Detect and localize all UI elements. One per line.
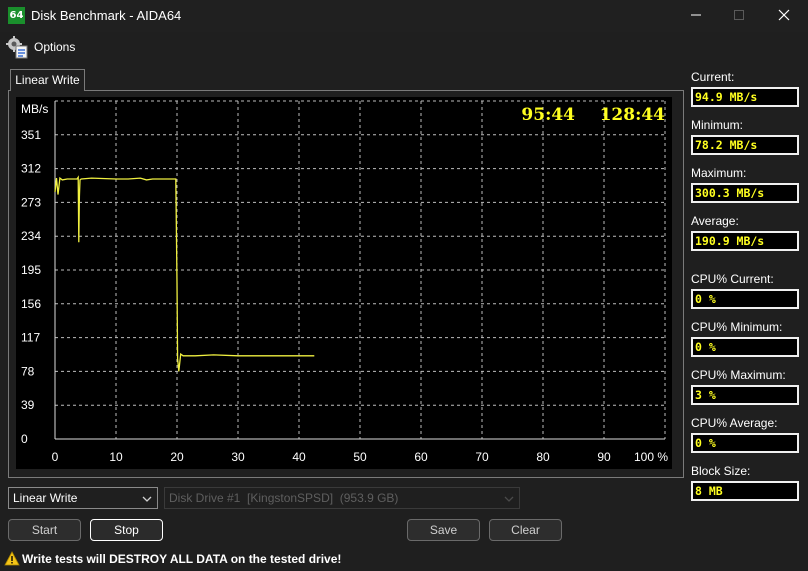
warning-text: Write tests will DESTROY ALL DATA on the… — [22, 552, 342, 566]
x-tick-label: 90 — [597, 450, 611, 464]
y-axis-label: MB/s — [21, 102, 48, 116]
maximize-icon — [734, 10, 744, 20]
x-tick-label: 80 — [536, 450, 550, 464]
chevron-down-icon — [142, 496, 152, 502]
x-tick-label: 100 % — [634, 450, 668, 464]
series-line — [54, 175, 315, 372]
minimum-value: 78.2 MB/s — [691, 135, 799, 155]
x-tick-label: 60 — [414, 450, 428, 464]
x-tick-label: 40 — [292, 450, 306, 464]
options-menu-label[interactable]: Options — [34, 40, 75, 54]
cpu-maximum-label: CPU% Maximum: — [691, 368, 786, 382]
cpu-average-label: CPU% Average: — [691, 416, 778, 430]
test-type-select[interactable]: Linear Write — [8, 487, 158, 509]
cpu-maximum-value: 3 % — [691, 385, 799, 405]
x-tick-label: 10 — [109, 450, 123, 464]
benchmark-chart: 0 10 20 30 40 50 60 70 80 90 100 % 0 39 78 117 156 195 23… — [16, 97, 672, 469]
tab-linear-write[interactable]: Linear Write — [10, 69, 85, 91]
menu-bar: Options — [0, 32, 808, 62]
y-tick-label: 117 — [21, 331, 40, 345]
x-tick-label: 70 — [475, 450, 489, 464]
test-type-select-value: Linear Write — [13, 491, 78, 505]
warning-bar: Write tests will DESTROY ALL DATA on the… — [0, 547, 808, 571]
cpu-average-value: 0 % — [691, 433, 799, 453]
cpu-current-label: CPU% Current: — [691, 272, 774, 286]
minimum-label: Minimum: — [691, 118, 744, 132]
y-tick-label: 273 — [21, 195, 41, 209]
minimize-button[interactable] — [688, 7, 704, 23]
chevron-down-icon — [504, 496, 514, 502]
close-icon — [778, 9, 790, 21]
cpu-current-value: 0 % — [691, 289, 799, 309]
maximum-label: Maximum: — [691, 166, 747, 180]
options-menu[interactable] — [5, 35, 29, 59]
x-tick-label: 20 — [170, 450, 184, 464]
save-button[interactable]: Save — [407, 519, 480, 541]
total-time: 128:44 — [600, 105, 666, 125]
close-button[interactable] — [776, 7, 792, 23]
cpu-minimum-label: CPU% Minimum: — [691, 320, 783, 334]
warning-icon — [4, 551, 20, 566]
y-tick-label: 39 — [21, 398, 35, 412]
y-tick-label: 78 — [21, 364, 35, 378]
start-button[interactable]: Start — [8, 519, 81, 541]
elapsed-time: 95:44 — [521, 105, 575, 125]
y-tick-label: 156 — [21, 297, 41, 311]
current-value: 94.9 MB/s — [691, 87, 799, 107]
y-tick-label: 234 — [21, 229, 41, 243]
minimize-icon — [691, 14, 701, 16]
gear-checklist-icon — [6, 36, 28, 59]
average-label: Average: — [691, 214, 739, 228]
maximize-button[interactable] — [731, 7, 747, 23]
block-size-label: Block Size: — [691, 464, 751, 478]
y-tick-label: 351 — [21, 128, 41, 142]
clear-button[interactable]: Clear — [489, 519, 562, 541]
average-value: 190.9 MB/s — [691, 231, 799, 251]
drive-select[interactable]: Disk Drive #1 [KingstonSPSD] (953.9 GB) — [164, 487, 520, 509]
y-tick-label: 0 — [21, 432, 28, 446]
y-tick-label: 195 — [21, 263, 41, 277]
current-label: Current: — [691, 70, 735, 84]
benchmark-chart-svg: 0 10 20 30 40 50 60 70 80 90 100 % 0 39 78 117 156 195 23… — [21, 100, 668, 464]
stop-button[interactable]: Stop — [90, 519, 163, 541]
window-title: Disk Benchmark - AIDA64 — [31, 8, 182, 23]
y-tick-label: 312 — [21, 162, 41, 176]
cpu-minimum-value: 0 % — [691, 337, 799, 357]
block-size-value: 8 MB — [691, 481, 799, 501]
x-tick-label: 0 — [52, 450, 59, 464]
x-tick-label: 50 — [353, 450, 367, 464]
drive-select-value: Disk Drive #1 [KingstonSPSD] (953.9 GB) — [169, 491, 399, 505]
x-tick-label: 30 — [231, 450, 245, 464]
aida64-logo-icon: 64 — [8, 7, 25, 24]
title-bar: 64 Disk Benchmark - AIDA64 — [0, 0, 808, 32]
maximum-value: 300.3 MB/s — [691, 183, 799, 203]
